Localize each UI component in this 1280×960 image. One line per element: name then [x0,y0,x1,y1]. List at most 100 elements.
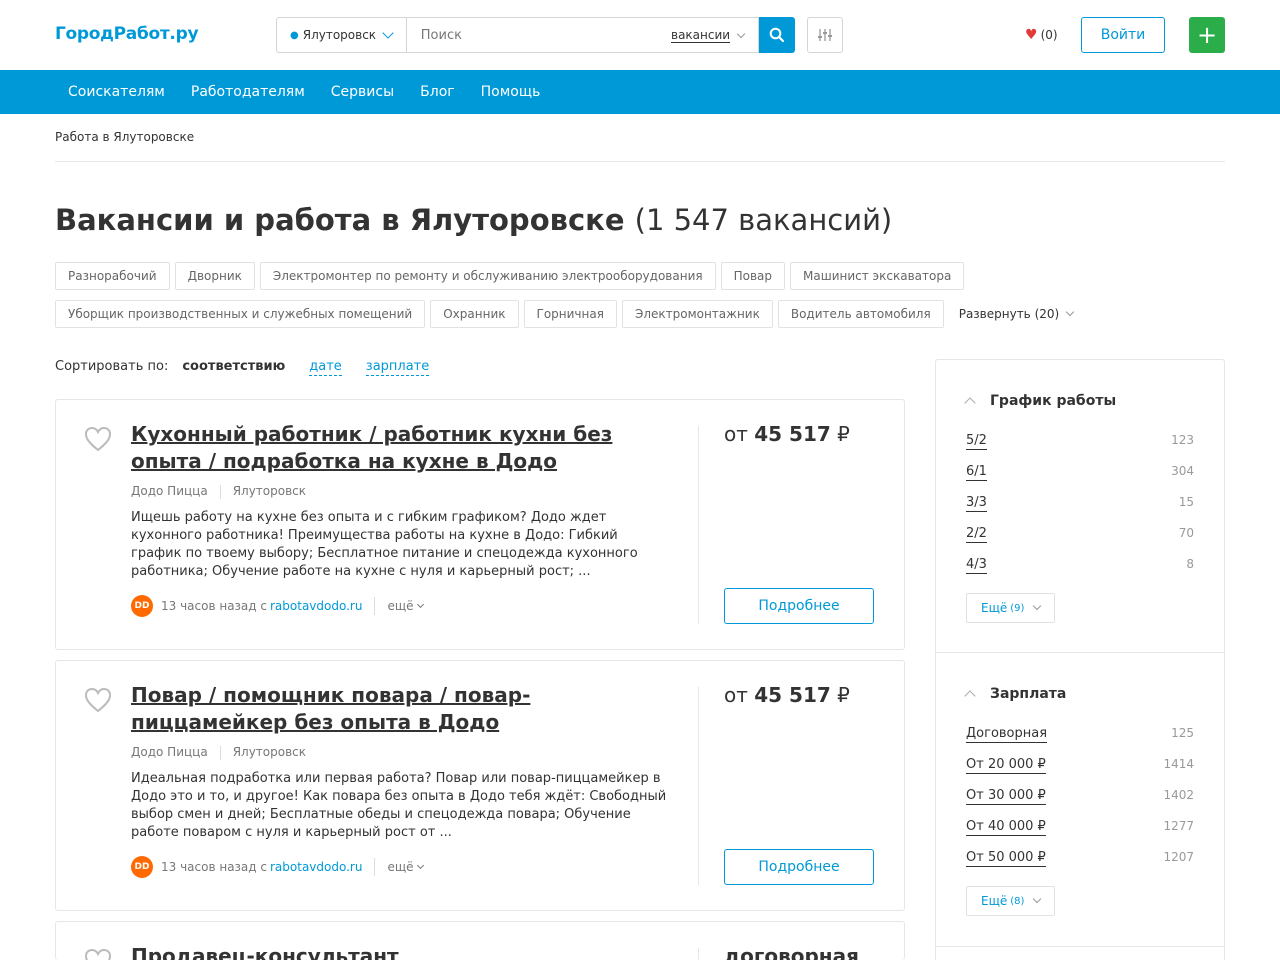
filter-label[interactable]: От 50 000 ₽ [966,850,1046,867]
tag[interactable]: Горничная [523,300,617,328]
more-label: ещё [387,860,414,874]
separator [219,485,221,499]
filter-label[interactable]: От 30 000 ₽ [966,788,1046,805]
nav-item-blog[interactable]: Блог [407,84,467,100]
filter-item[interactable]: От 30 000 ₽ 1402 [966,788,1194,805]
filter-label[interactable]: 4/3 [966,557,987,574]
more-link[interactable]: ещё [387,860,424,874]
filter-item[interactable]: Договорная 125 [966,726,1194,743]
filter-count: 125 [1171,726,1194,740]
expand-tags-link[interactable]: Развернуть (20) [958,307,1075,321]
nav-item-employers[interactable]: Работодателям [178,84,318,100]
filter-title: Зарплата [990,686,1067,702]
site-logo[interactable]: ГородРабот.ру [55,24,199,44]
vacancy-time: 13 часов назад с [161,599,267,613]
chevron-down-icon [1033,894,1042,904]
sort-label: Сортировать по: [55,359,169,374]
details-button[interactable]: Подробнее [724,588,874,624]
more-link[interactable]: ещё [387,599,424,613]
search-input[interactable]: Поиск вакансии [405,17,760,53]
favorites-link[interactable]: ♥ (0) [1025,27,1058,43]
heart-outline-icon[interactable] [84,948,112,960]
vacancy-salary: от 45 517 ₽ [724,422,850,446]
divider [698,687,699,885]
company-name: Додо Пицца [131,745,208,759]
vacancy-title[interactable]: Повар / помощник повара / повар-пиццамей… [131,682,671,736]
nav-item-seekers[interactable]: Соискателям [55,84,178,100]
chevron-up-icon [964,397,976,409]
vacancy-meta: DD 13 часов назад с rabotavdodo.ru ещё [131,595,424,617]
divider [936,652,1224,653]
breadcrumb[interactable]: Работа в Ялуторовске [55,130,194,144]
tag[interactable]: Уборщик производственных и служебных пом… [55,300,426,328]
vacancy-city: Ялуторовск [232,484,307,498]
vacancy-title[interactable]: Кухонный работник / работник кухни без о… [131,421,671,475]
filter-label[interactable]: 2/2 [966,526,987,543]
filter-item[interactable]: 6/1 304 [966,464,1194,481]
vacancy-source-link[interactable]: rabotavdodo.ru [270,599,362,613]
tag[interactable]: Машинист экскаватора [790,262,965,290]
add-button[interactable]: + [1189,17,1225,53]
tag[interactable]: Разнорабочий [55,262,170,290]
tag[interactable]: Дворник [174,262,255,290]
tag[interactable]: Повар [720,262,786,290]
expand-tags-label: Развернуть (20) [958,307,1060,321]
filter-label[interactable]: 3/3 [966,495,987,512]
tag[interactable]: Электромонтер по ремонту и обслуживанию … [259,262,716,290]
filter-count: 1277 [1163,819,1194,833]
more-count: (8) [1010,895,1025,907]
salary-value: 45 517 [754,422,831,446]
filter-item[interactable]: 2/2 70 [966,526,1194,543]
heart-outline-icon[interactable] [84,687,112,713]
filter-label[interactable]: Договорная [966,726,1048,743]
filters-button[interactable] [807,17,843,53]
chevron-down-icon [1065,307,1075,317]
vacancy-company-row: Додо Пицца Ялуторовск [131,484,306,499]
city-label: Ялуторовск [302,28,377,42]
vacancy-card: Кухонный работник / работник кухни без о… [55,399,905,650]
sliders-icon [818,29,832,41]
search-type-select[interactable]: вакансии [671,28,746,43]
sort-option-salary[interactable]: зарплате [365,359,430,376]
filter-label[interactable]: 5/2 [966,433,987,450]
filter-item[interactable]: 3/3 15 [966,495,1194,512]
filter-label[interactable]: От 40 000 ₽ [966,819,1046,836]
filter-count: 8 [1186,557,1194,571]
tag[interactable]: Охранник [430,300,519,328]
sort-option-date[interactable]: дате [309,359,342,376]
sort-bar: Сортировать по: соответствию дате зарпла… [55,359,453,376]
tag[interactable]: Электромонтажник [621,300,773,328]
nav-item-help[interactable]: Помощь [468,84,554,100]
schedule-more-button[interactable]: Ещё (9) [966,593,1056,623]
vacancy-source-link[interactable]: rabotavdodo.ru [270,860,362,874]
city-select[interactable]: ● Ялуторовск [276,17,406,53]
filter-title: График работы [990,393,1117,409]
filter-label[interactable]: От 20 000 ₽ [966,757,1046,774]
salary-currency: ₽ [837,683,850,707]
filter-item[interactable]: 5/2 123 [966,433,1194,450]
chevron-down-icon [382,27,394,39]
search-placeholder: Поиск [420,27,462,43]
vacancy-count: (1 547 вакансий) [634,203,893,237]
more-count: (9) [1010,602,1025,614]
filter-item[interactable]: От 50 000 ₽ 1207 [966,850,1194,867]
filter-item[interactable]: От 40 000 ₽ 1277 [966,819,1194,836]
favorites-count: (0) [1040,28,1058,42]
filter-item[interactable]: 4/3 8 [966,557,1194,574]
vacancy-time: 13 часов назад с [161,860,267,874]
details-button[interactable]: Подробнее [724,849,874,885]
salary-more-button[interactable]: Ещё (8) [966,886,1056,916]
salary-prefix: от [724,683,748,707]
vacancy-title[interactable]: Продавец-консультант [131,943,671,960]
filter-item[interactable]: От 20 000 ₽ 1414 [966,757,1194,774]
heart-outline-icon[interactable] [84,426,112,452]
search-button[interactable] [759,17,795,53]
filter-label[interactable]: 6/1 [966,464,987,481]
filter-salary-header[interactable]: Зарплата [964,686,1067,702]
tag[interactable]: Водитель автомобиля [777,300,944,328]
filter-schedule-header[interactable]: График работы [964,393,1117,409]
filter-count: 304 [1171,464,1194,478]
vacancy-description: Идеальная подработка или первая работа? … [131,771,667,840]
login-button[interactable]: Войти [1081,17,1165,53]
nav-item-services[interactable]: Сервисы [318,84,407,100]
